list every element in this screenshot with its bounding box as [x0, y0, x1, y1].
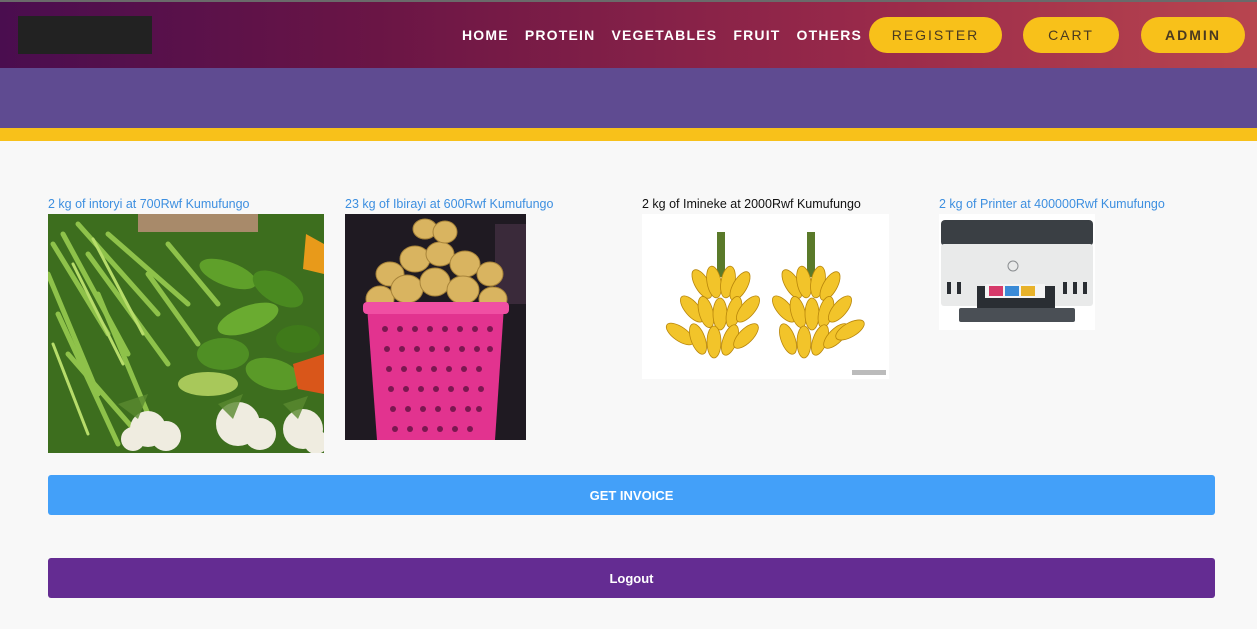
site-logo[interactable]: [18, 16, 152, 54]
nav-link-home[interactable]: HOME: [462, 27, 509, 43]
nav-link-protein[interactable]: PROTEIN: [525, 27, 596, 43]
logout-button[interactable]: Logout: [48, 558, 1215, 598]
admin-button[interactable]: ADMIN: [1141, 17, 1245, 53]
register-button[interactable]: REGISTER: [869, 17, 1002, 53]
nav-link-others[interactable]: OTHERS: [797, 27, 863, 43]
product-title[interactable]: 2 kg of Imineke at 2000Rwf Kumufungo: [642, 197, 889, 211]
product-title[interactable]: 2 kg of intoryi at 700Rwf Kumufungo: [48, 197, 324, 211]
printer-image: [939, 214, 1095, 330]
product-card: 2 kg of Printer at 400000Rwf Kumufungo: [939, 197, 1165, 330]
vegetables-image: [48, 214, 324, 453]
product-card: 23 kg of Ibirayi at 600Rwf Kumufungo: [345, 197, 553, 440]
cart-button[interactable]: CART: [1023, 17, 1119, 53]
product-title[interactable]: 23 kg of Ibirayi at 600Rwf Kumufungo: [345, 197, 553, 211]
nav-link-fruit[interactable]: FRUIT: [733, 27, 780, 43]
top-navbar: HOME PROTEIN VEGETABLES FRUIT OTHERS REG…: [0, 0, 1257, 68]
product-card: 2 kg of Imineke at 2000Rwf Kumufungo: [642, 197, 889, 379]
bananas-image: [642, 214, 889, 379]
nav-link-vegetables[interactable]: VEGETABLES: [611, 27, 717, 43]
product-card: 2 kg of intoryi at 700Rwf Kumufungo: [48, 197, 324, 453]
nav-links: HOME PROTEIN VEGETABLES FRUIT OTHERS: [462, 27, 878, 43]
potatoes-image: [345, 214, 526, 440]
header-band: [0, 68, 1257, 128]
product-title[interactable]: 2 kg of Printer at 400000Rwf Kumufungo: [939, 197, 1165, 211]
get-invoice-button[interactable]: GET INVOICE: [48, 475, 1215, 515]
accent-divider: [0, 128, 1257, 141]
